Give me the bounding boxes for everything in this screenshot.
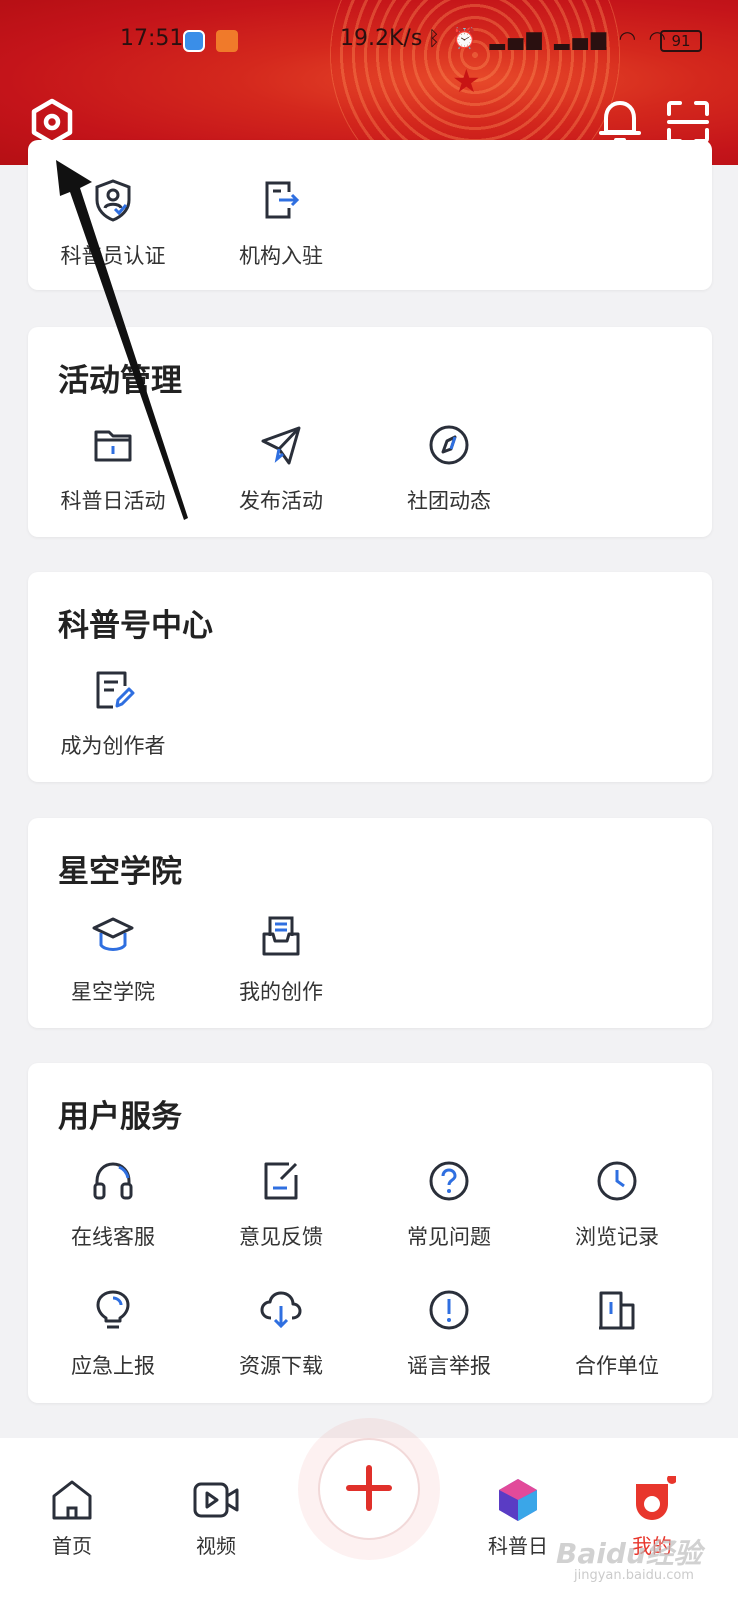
bulb-icon	[96, 1290, 130, 1329]
nav-label: 首页	[52, 1534, 92, 1558]
grid-item-kepu-verify[interactable]: 科普员认证	[28, 178, 198, 288]
verification-card: 科普员认证 机构入驻	[28, 140, 712, 290]
bluetooth-icon: ᛒ	[428, 26, 443, 50]
question-icon	[429, 1161, 469, 1201]
grid-item-label: 合作单位	[575, 1354, 659, 1378]
status-bar: 17:51 19.2K/s ᛒ ⏰ ▂▄▆ ▂▄▆ ◠ ◠ 91	[0, 24, 738, 58]
wifi-icon: ◠	[618, 26, 640, 50]
bottom-nav: 首页 视频 科普日 我的 Baidu经验 jingyan.baidu.com	[0, 1438, 738, 1600]
notification-app-icon	[183, 30, 205, 52]
activity-card: 活动管理 科普日活动 发布活动 社团动态	[28, 327, 712, 537]
feedback-icon	[264, 1162, 298, 1200]
card-title: 科普号中心	[58, 608, 213, 644]
card-title: 活动管理	[58, 363, 182, 399]
grid-item-faq[interactable]: 常见问题	[364, 1159, 534, 1269]
exclamation-icon	[429, 1290, 469, 1330]
grid-item-rumor-report[interactable]: 谣言举报	[364, 1288, 534, 1398]
grid-item-label: 资源下载	[239, 1354, 323, 1378]
grid-item-emergency-report[interactable]: 应急上报	[28, 1288, 198, 1398]
nav-item-home[interactable]: 首页	[22, 1476, 122, 1559]
cube-icon	[499, 1479, 537, 1521]
grid-item-label: 我的创作	[239, 980, 323, 1004]
scan-icon[interactable]	[666, 100, 710, 144]
grid-item-label: 机构入驻	[239, 244, 323, 268]
card-title: 星空学院	[58, 854, 182, 890]
grid-item-partners[interactable]: 合作单位	[532, 1288, 702, 1398]
nav-item-video[interactable]: 视频	[166, 1476, 266, 1559]
nav-item-kepu-day[interactable]: 科普日	[468, 1476, 568, 1559]
watermark: Baidu经验	[556, 1537, 702, 1570]
notification-app-icon	[216, 30, 238, 52]
academy-card: 星空学院 星空学院 我的创作	[28, 818, 712, 1028]
profile-icon	[636, 1476, 676, 1520]
grid-item-club-news[interactable]: 社团动态	[364, 423, 534, 533]
folder-icon	[94, 430, 132, 462]
kepu-center-card: 科普号中心 成为创作者	[28, 572, 712, 782]
grid-item-org-join[interactable]: 机构入驻	[196, 178, 366, 288]
signal-hd-icon: ▂▄▆	[489, 26, 545, 50]
grid-item-label: 星空学院	[71, 980, 155, 1004]
status-time: 17:51	[120, 26, 184, 51]
compass-icon	[429, 425, 469, 465]
status-icons: ᛒ ⏰ ▂▄▆ ▂▄▆ ◠ ◠	[428, 26, 669, 50]
grid-item-label: 谣言举报	[407, 1354, 491, 1378]
enter-doc-icon	[265, 181, 300, 219]
grid-item-label: 在线客服	[71, 1225, 155, 1249]
nav-label: 科普日	[488, 1534, 548, 1558]
grid-item-publish-activity[interactable]: 发布活动	[196, 423, 366, 533]
plus-icon-bar	[346, 1485, 392, 1491]
grid-item-label: 发布活动	[239, 489, 323, 513]
grid-item-feedback[interactable]: 意见反馈	[196, 1159, 366, 1269]
card-title: 用户服务	[58, 1099, 182, 1135]
grid-item-resource-download[interactable]: 资源下载	[196, 1288, 366, 1398]
graduation-cap-icon	[92, 917, 134, 951]
star-decoration-icon: ★	[452, 62, 481, 100]
grid-item-label: 成为创作者	[60, 734, 166, 758]
cloud-download-icon	[260, 1291, 302, 1329]
user-service-card: 用户服务 在线客服 意见反馈 常见问题 浏览记录 应急上报 资源下载 谣言举报 …	[28, 1063, 712, 1403]
grid-item-my-creations[interactable]: 我的创作	[196, 914, 366, 1024]
grid-item-academy[interactable]: 星空学院	[28, 914, 198, 1024]
alarm-icon: ⏰	[452, 26, 481, 50]
home-icon	[52, 1480, 92, 1520]
grid-item-label: 浏览记录	[575, 1225, 659, 1249]
grid-item-history[interactable]: 浏览记录	[532, 1159, 702, 1269]
grid-item-label: 常见问题	[407, 1225, 491, 1249]
grid-item-label: 社团动态	[407, 489, 491, 513]
headset-icon	[93, 1162, 133, 1200]
watermark-url: jingyan.baidu.com	[574, 1568, 694, 1583]
clock-icon	[597, 1161, 637, 1201]
bell-icon[interactable]	[598, 98, 642, 144]
settings-icon[interactable]	[28, 98, 76, 146]
shield-user-icon	[95, 179, 131, 222]
grid-item-label: 应急上报	[71, 1354, 155, 1378]
video-icon	[193, 1482, 239, 1518]
grid-item-become-creator[interactable]: 成为创作者	[28, 668, 198, 778]
edit-doc-icon	[96, 671, 135, 709]
nav-label: 视频	[196, 1534, 236, 1558]
grid-item-label: 科普员认证	[60, 244, 166, 268]
battery-indicator: 91	[660, 30, 702, 52]
grid-item-kepu-day-activity[interactable]: 科普日活动	[28, 423, 198, 533]
building-icon	[599, 1291, 635, 1330]
inbox-doc-icon	[262, 916, 300, 956]
publish-plus-button[interactable]	[320, 1440, 418, 1538]
paper-plane-icon	[261, 426, 301, 465]
grid-item-label: 意见反馈	[239, 1225, 323, 1249]
grid-item-online-service[interactable]: 在线客服	[28, 1159, 198, 1269]
signal-hd-icon: ▂▄▆	[554, 26, 610, 50]
network-speed: 19.2K/s	[340, 26, 423, 51]
grid-item-label: 科普日活动	[60, 489, 166, 513]
